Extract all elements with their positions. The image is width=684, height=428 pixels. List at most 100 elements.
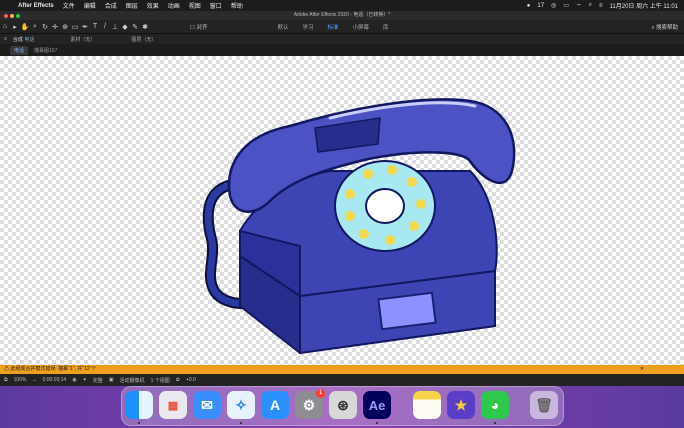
- workspace-default[interactable]: 默认: [277, 23, 288, 31]
- zoom-level[interactable]: 100%: [14, 377, 27, 383]
- telephone-illustration: [202, 98, 516, 355]
- views-dropdown[interactable]: 1 个视图: [151, 377, 170, 384]
- menu-view[interactable]: 视图: [189, 1, 201, 10]
- pen-tool-icon[interactable]: ✒: [80, 23, 90, 31]
- wechat-icon[interactable]: ◕: [481, 391, 509, 419]
- eraser-tool-icon[interactable]: ◆: [120, 23, 130, 31]
- menu-animation[interactable]: 动画: [168, 1, 180, 10]
- search-help-field[interactable]: ⌕ 搜索帮助: [651, 23, 678, 32]
- rotate-tool-icon[interactable]: ↻: [40, 23, 50, 31]
- notification-badge: 1: [316, 389, 325, 398]
- menu-layer[interactable]: 图层: [126, 1, 138, 10]
- menu-window[interactable]: 窗口: [210, 1, 222, 10]
- camera-snapshot-icon[interactable]: ◉: [72, 377, 76, 383]
- mask-icon[interactable]: ▣: [109, 377, 114, 383]
- pan-behind-tool-icon[interactable]: ⊕: [60, 23, 70, 31]
- battery-icon[interactable]: ▭: [563, 2, 569, 9]
- composition-tab[interactable]: 合成 电话: [13, 36, 34, 43]
- home-icon[interactable]: ⌂: [0, 23, 10, 30]
- composition-viewer[interactable]: [0, 56, 684, 365]
- roto-brush-tool-icon[interactable]: ✎: [130, 23, 140, 31]
- tab-phone[interactable]: 电话: [10, 45, 29, 55]
- workspace-libraries[interactable]: 库: [383, 23, 389, 31]
- workspace-learn[interactable]: 学习: [303, 23, 314, 31]
- running-indicator: [138, 422, 140, 424]
- creative-cloud-icon[interactable]: ◎: [551, 2, 556, 9]
- after-effects-icon[interactable]: Ae: [363, 391, 391, 419]
- viewer-controls: ⧉ 100% ⌄ 0;00;03;14 ◉ ✦ 完整 ▣ 活动摄像机 1 个视图…: [0, 374, 684, 386]
- dial-center: [365, 188, 405, 224]
- menu-bar: After Effects 文件 编辑 合成 图层 效果 动画 视图 窗口 帮助…: [0, 0, 684, 11]
- timecode[interactable]: 0;00;03;14: [43, 377, 67, 383]
- brush-tool-icon[interactable]: /: [100, 23, 110, 30]
- camera-dropdown[interactable]: 活动摄像机: [120, 377, 145, 384]
- workspace-small-screen[interactable]: 小屏幕: [353, 23, 370, 31]
- comp-label: 合成: [12, 36, 23, 43]
- layer-tab[interactable]: 图层（无）: [131, 36, 156, 43]
- wechat-status-icon[interactable]: ●: [527, 3, 531, 9]
- warning-text: 此组成合并模式错误: 描摹"1", 共"12"个: [10, 366, 97, 372]
- dial-hole: [407, 177, 417, 187]
- finder-icon[interactable]: [125, 391, 153, 419]
- comp-name: 电话: [24, 36, 35, 43]
- composition-panel-header: ≡ 合成 电话 素材（无） 图层（无）: [0, 34, 684, 44]
- dial-hole: [345, 189, 355, 199]
- comp-breadcrumb: 电话 描摹图167: [0, 44, 684, 56]
- minimize-window-button[interactable]: [10, 14, 14, 18]
- dial-hole: [363, 169, 373, 179]
- notes-icon[interactable]: [413, 391, 441, 419]
- zoom-window-button[interactable]: [16, 14, 20, 18]
- menu-help[interactable]: 帮助: [231, 1, 243, 10]
- menu-app-name[interactable]: After Effects: [18, 3, 54, 9]
- region-icon[interactable]: ⧉: [4, 377, 8, 383]
- warning-bar: ⚠ 此组成合并模式错误: 描摹"1", 共"12"个 ✕: [0, 365, 684, 374]
- search-placeholder: 搜索帮助: [655, 25, 678, 31]
- trash-icon[interactable]: 🗑: [530, 391, 558, 419]
- camera-tool-icon[interactable]: ✛: [50, 23, 60, 31]
- tab-trace[interactable]: 描摹图167: [34, 47, 57, 54]
- menu-composition[interactable]: 合成: [105, 1, 117, 10]
- dial-hole: [345, 211, 355, 221]
- exposure-value[interactable]: +0.0: [186, 377, 196, 383]
- snap-checkbox[interactable]: ☐ 对齐: [190, 23, 207, 31]
- close-warning-icon[interactable]: ✕: [640, 365, 644, 374]
- datetime[interactable]: 11月20日 周六 上午 11:01: [610, 1, 678, 10]
- control-center-icon[interactable]: ≡: [599, 3, 603, 9]
- app-store-icon[interactable]: A: [261, 391, 289, 419]
- menu-edit[interactable]: 编辑: [84, 1, 96, 10]
- rectangle-tool-icon[interactable]: ▭: [70, 23, 80, 31]
- selection-tool-icon[interactable]: ▸: [10, 23, 20, 31]
- running-indicator: [376, 422, 378, 424]
- spotlight-icon[interactable]: ⌕: [589, 2, 592, 9]
- snap-label: 对齐: [196, 24, 208, 31]
- tools-panel: ⌂ ▸ ✋ ⌕ ↻ ✛ ⊕ ▭ ✒ T / ⊥ ◆ ✎ ✱ ☐ 对齐 默认 学习…: [0, 20, 684, 34]
- menu-file[interactable]: 文件: [63, 1, 75, 10]
- label-plate: [377, 291, 437, 331]
- mail-icon[interactable]: ✉: [193, 391, 221, 419]
- dial-hole: [409, 221, 419, 231]
- close-window-button[interactable]: [4, 14, 8, 18]
- launchpad-icon[interactable]: ▦: [159, 391, 187, 419]
- puppet-tool-icon[interactable]: ✱: [140, 23, 150, 31]
- dial-hole: [416, 199, 426, 209]
- safari-icon[interactable]: ✧: [227, 391, 255, 419]
- chevron-down-icon[interactable]: ⌄: [32, 377, 36, 383]
- wifi-icon[interactable]: ⌔: [576, 2, 582, 10]
- utility-icon[interactable]: ⊛: [329, 391, 357, 419]
- hamburger-icon[interactable]: ≡: [4, 36, 7, 42]
- running-indicator: [240, 422, 242, 424]
- zoom-tool-icon[interactable]: ⌕: [30, 23, 40, 31]
- menu-effect[interactable]: 效果: [147, 1, 159, 10]
- footage-tab[interactable]: 素材（无）: [70, 36, 95, 43]
- running-indicator: [494, 422, 496, 424]
- imovie-icon[interactable]: ★: [447, 391, 475, 419]
- text-tool-icon[interactable]: T: [90, 23, 100, 30]
- color-icon[interactable]: ✦: [83, 377, 87, 383]
- exposure-icon[interactable]: ✿: [176, 377, 180, 383]
- workspace-standard[interactable]: 标准: [328, 23, 339, 31]
- hand-tool-icon[interactable]: ✋: [20, 23, 30, 31]
- quality-dropdown[interactable]: 完整: [93, 377, 103, 384]
- clone-stamp-tool-icon[interactable]: ⊥: [110, 23, 120, 31]
- notification-count: 17: [537, 2, 545, 9]
- warning-icon: ⚠: [4, 366, 10, 372]
